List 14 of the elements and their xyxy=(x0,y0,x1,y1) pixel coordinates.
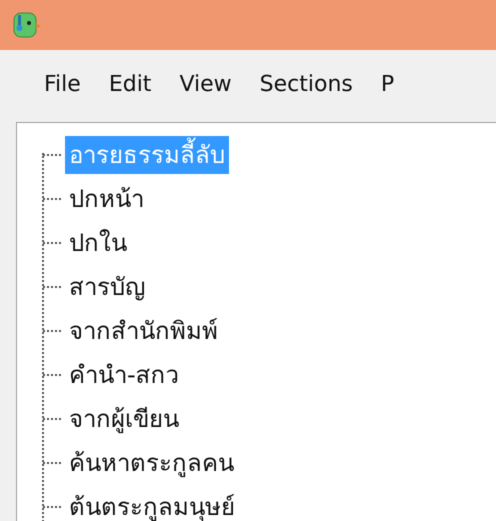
tree-item[interactable]: คำนำ-สกว xyxy=(65,356,183,394)
tree-item[interactable]: ค้นหาตระกูลคน xyxy=(65,444,238,482)
menu-item[interactable]: P xyxy=(366,72,408,96)
menu-item[interactable]: Sections xyxy=(246,72,367,96)
bird-icon xyxy=(12,10,42,40)
tree-item[interactable]: ปกหน้า xyxy=(65,180,148,218)
menu-item[interactable]: View xyxy=(165,72,246,96)
tree-item[interactable]: สารบัญ xyxy=(65,268,149,306)
menu-item[interactable]: File xyxy=(30,72,95,96)
tree-item[interactable]: จากผู้เขียน xyxy=(65,400,183,438)
tree-item[interactable]: ต้นตระกูลมนุษย์ xyxy=(65,488,239,521)
tree-item[interactable]: จากสำนักพิมพ์ xyxy=(65,312,222,350)
menu-item[interactable]: Edit xyxy=(94,72,166,96)
tree-item[interactable]: ปกใน xyxy=(65,224,131,262)
